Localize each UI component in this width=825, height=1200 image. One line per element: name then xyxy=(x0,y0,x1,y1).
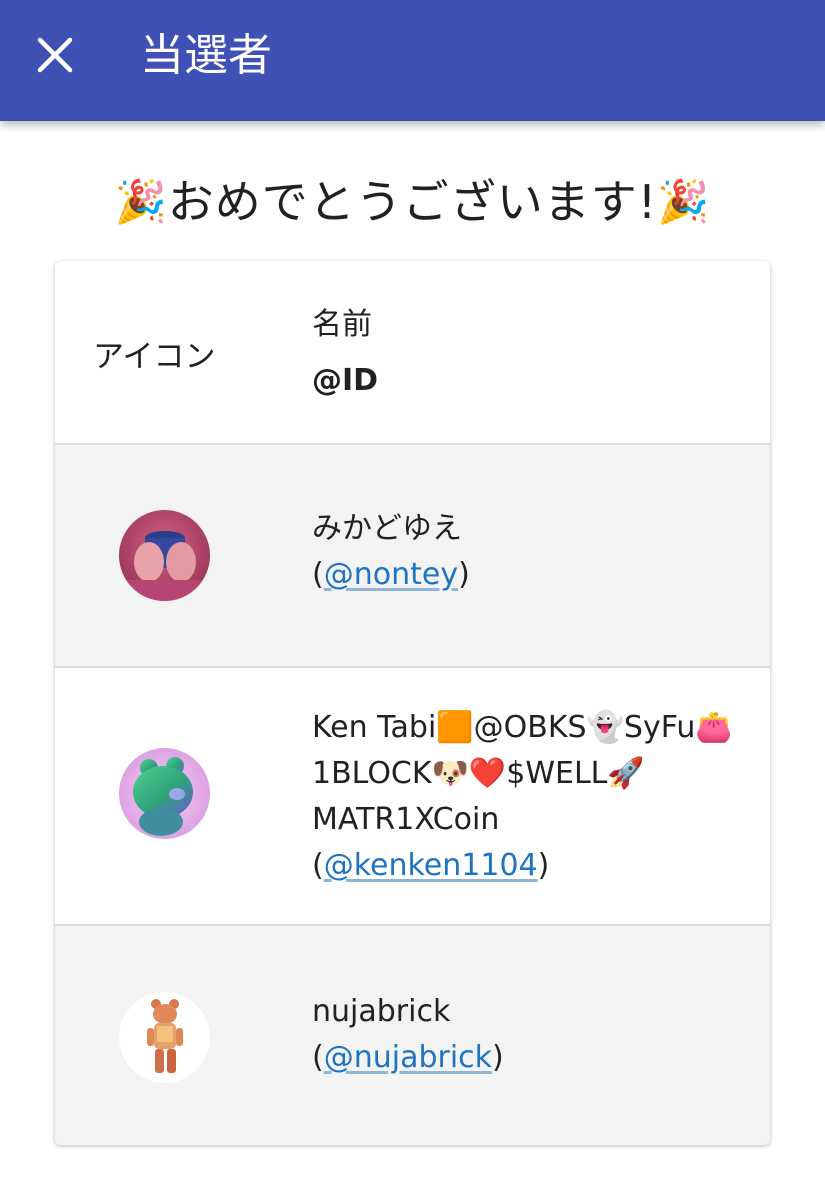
user-handle-link[interactable]: @nontey xyxy=(324,557,458,592)
page-title: 当選者 xyxy=(140,30,272,81)
user-handle: (@nujabrick) xyxy=(312,1040,504,1075)
user-handle-link[interactable]: @nujabrick xyxy=(324,1040,492,1075)
icon-column-header: アイコン xyxy=(93,339,216,375)
winners-table: アイコン 名前 @ID みかどゆえ (@nontey) Ken Tabi🟧@OB… xyxy=(55,261,770,1145)
table-header-row: アイコン 名前 @ID xyxy=(55,261,770,445)
user-info: みかどゆえ (@nontey) xyxy=(312,506,752,598)
congratulations-text: おめでとうございます! xyxy=(167,175,658,229)
table-row: nujabrick (@nujabrick) xyxy=(55,926,770,1145)
party-popper-icon: 🎉 xyxy=(657,177,711,226)
user-handle-link[interactable]: @kenken1104 xyxy=(324,848,538,883)
user-name: みかどゆえ xyxy=(312,511,462,546)
party-popper-icon: 🎉 xyxy=(114,177,168,226)
user-name: Ken Tabi🟧@OBKS👻SyFu👛1BLOCK🐶❤️$WELL🚀MATR1… xyxy=(312,710,733,837)
avatar[interactable] xyxy=(119,992,210,1083)
close-button[interactable] xyxy=(18,20,92,94)
table-row: Ken Tabi🟧@OBKS👻SyFu👛1BLOCK🐶❤️$WELL🚀MATR1… xyxy=(55,668,770,926)
avatar[interactable] xyxy=(119,510,210,601)
close-icon[interactable] xyxy=(37,37,73,77)
avatar[interactable] xyxy=(119,748,210,839)
congratulations-heading: 🎉おめでとうございます!🎉 xyxy=(0,168,825,236)
name-column-header: 名前 xyxy=(312,307,372,342)
user-name: nujabrick xyxy=(312,994,451,1029)
user-handle: (@nontey) xyxy=(312,557,470,592)
user-info: Ken Tabi🟧@OBKS👻SyFu👛1BLOCK🐶❤️$WELL🚀MATR1… xyxy=(312,705,752,889)
user-handle: (@kenken1104) xyxy=(312,848,550,883)
table-row: みかどゆえ (@nontey) xyxy=(55,445,770,668)
user-info: nujabrick (@nujabrick) xyxy=(312,989,752,1081)
app-bar: 当選者 xyxy=(0,0,825,121)
id-column-header: @ID xyxy=(312,363,379,398)
